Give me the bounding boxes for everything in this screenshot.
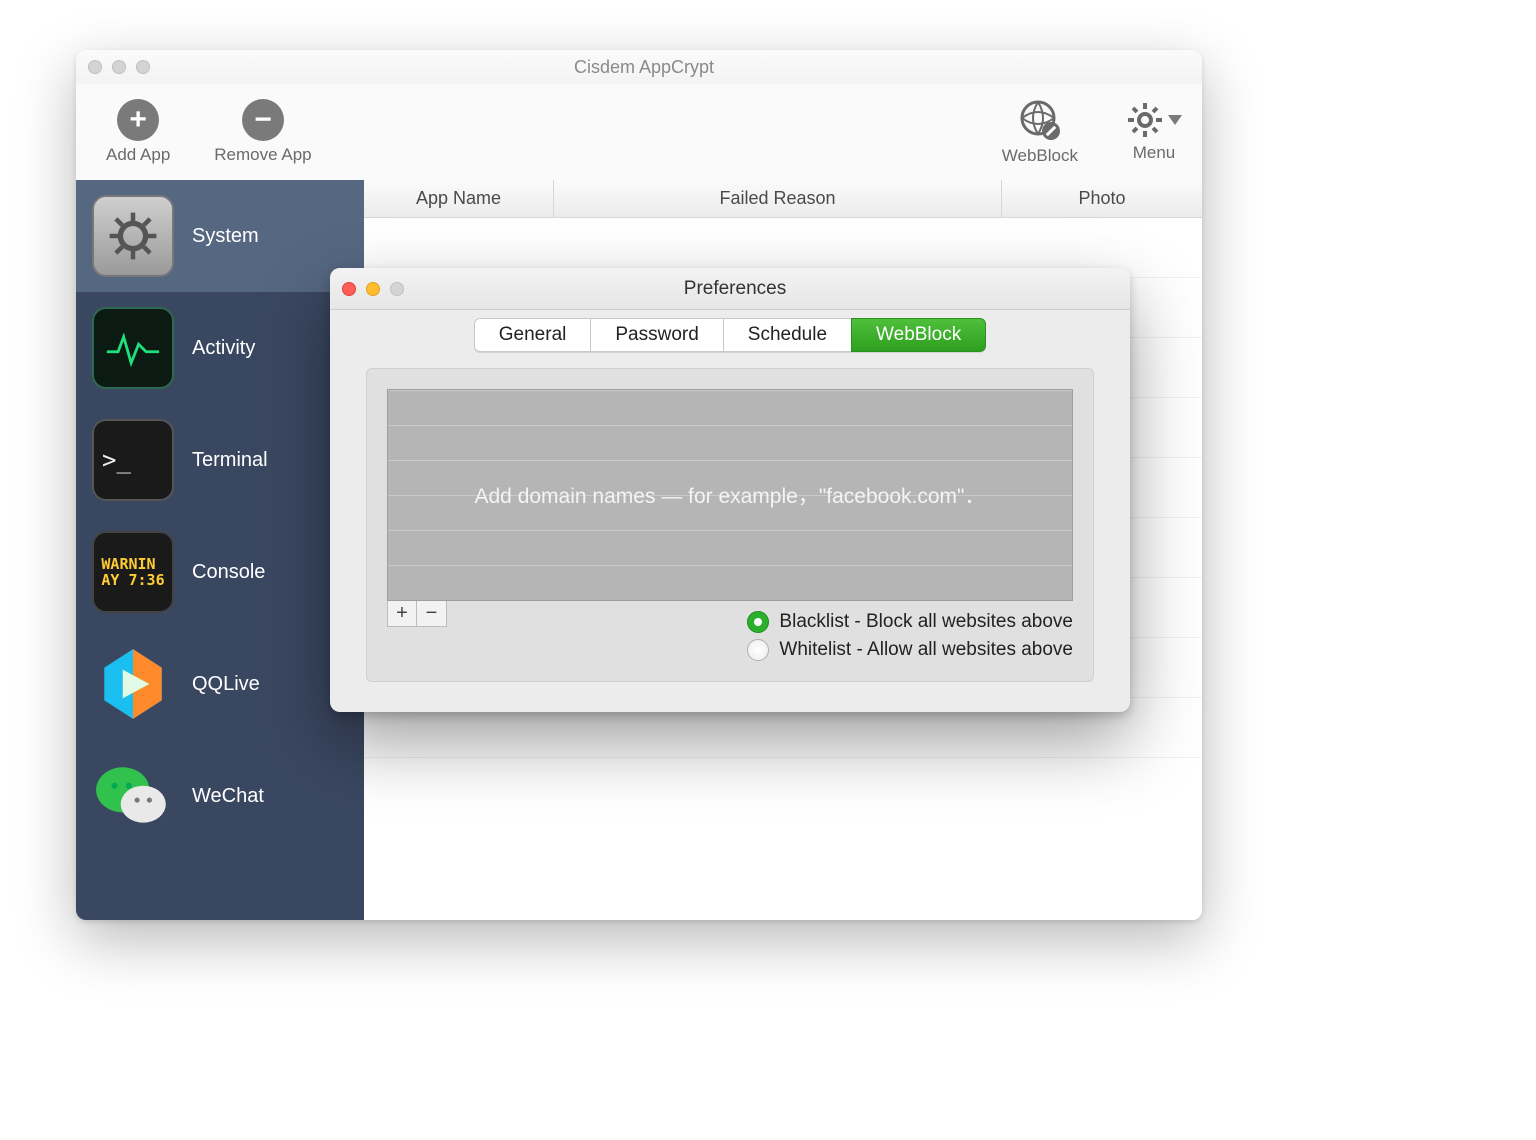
sidebar-item-qqlive[interactable]: QQLive bbox=[76, 628, 364, 740]
terminal-icon: >_ bbox=[92, 419, 174, 501]
remove-domain-button[interactable]: − bbox=[417, 601, 447, 627]
sidebar-item-label: QQLive bbox=[192, 673, 260, 696]
minimize-button[interactable] bbox=[112, 60, 126, 74]
webblock-label: WebBlock bbox=[1002, 146, 1078, 166]
tab-schedule[interactable]: Schedule bbox=[723, 318, 851, 352]
close-button[interactable] bbox=[88, 60, 102, 74]
preferences-tabs: General Password Schedule WebBlock bbox=[330, 310, 1130, 368]
sidebar-item-label: WeChat bbox=[192, 785, 264, 808]
radio-blacklist[interactable]: Blacklist - Block all websites above bbox=[747, 611, 1073, 633]
main-titlebar: Cisdem AppCrypt bbox=[76, 50, 1202, 84]
column-header-row: App Name Failed Reason Photo bbox=[364, 180, 1202, 218]
domain-placeholder: Add domain names — for example，"facebook… bbox=[388, 390, 1072, 600]
plus-icon: + bbox=[117, 99, 159, 141]
gear-icon bbox=[1126, 101, 1164, 139]
menu-label: Menu bbox=[1133, 143, 1176, 163]
preferences-title: Preferences bbox=[404, 278, 1066, 300]
sidebar-item-label: System bbox=[192, 225, 259, 248]
sidebar-item-wechat[interactable]: WeChat bbox=[76, 740, 364, 852]
sidebar-item-label: Activity bbox=[192, 337, 255, 360]
toolbar: + Add App − Remove App WebBlock bbox=[76, 84, 1202, 180]
webblock-panel: Add domain names — for example，"facebook… bbox=[366, 368, 1094, 682]
col-failed-reason[interactable]: Failed Reason bbox=[554, 180, 1002, 218]
activity-monitor-icon bbox=[92, 307, 174, 389]
remove-app-button[interactable]: − Remove App bbox=[214, 99, 311, 165]
webblock-button[interactable]: WebBlock bbox=[1002, 98, 1078, 166]
col-photo[interactable]: Photo bbox=[1002, 180, 1202, 218]
console-icon: WARNIN AY 7:36 bbox=[92, 531, 174, 613]
qqlive-icon bbox=[92, 643, 174, 725]
radio-whitelist-label: Whitelist - Allow all websites above bbox=[779, 639, 1073, 661]
sidebar-item-label: Terminal bbox=[192, 449, 268, 472]
sidebar-item-label: Console bbox=[192, 561, 265, 584]
window-title: Cisdem AppCrypt bbox=[150, 57, 1138, 78]
system-preferences-icon bbox=[92, 195, 174, 277]
radio-icon bbox=[747, 611, 769, 633]
radio-icon bbox=[747, 639, 769, 661]
preferences-window: Preferences General Password Schedule We… bbox=[330, 268, 1130, 712]
tab-general[interactable]: General bbox=[474, 318, 591, 352]
radio-blacklist-label: Blacklist - Block all websites above bbox=[779, 611, 1073, 633]
sidebar-item-activity[interactable]: Activity bbox=[76, 292, 364, 404]
minus-icon: − bbox=[242, 99, 284, 141]
tab-password[interactable]: Password bbox=[590, 318, 722, 352]
pref-close-button[interactable] bbox=[342, 282, 356, 296]
globe-block-icon bbox=[1018, 98, 1062, 142]
sidebar-item-system[interactable]: System bbox=[76, 180, 364, 292]
remove-app-label: Remove App bbox=[214, 145, 311, 165]
tab-webblock[interactable]: WebBlock bbox=[851, 318, 986, 352]
chevron-down-icon bbox=[1168, 115, 1182, 125]
domain-list[interactable]: Add domain names — for example，"facebook… bbox=[387, 389, 1073, 601]
list-mode-group: Blacklist - Block all websites above Whi… bbox=[747, 605, 1073, 667]
add-app-label: Add App bbox=[106, 145, 170, 165]
preferences-titlebar: Preferences bbox=[330, 268, 1130, 310]
zoom-button[interactable] bbox=[136, 60, 150, 74]
pref-zoom-button[interactable] bbox=[390, 282, 404, 296]
wechat-icon bbox=[92, 755, 174, 837]
radio-whitelist[interactable]: Whitelist - Allow all websites above bbox=[747, 639, 1073, 661]
col-app-name[interactable]: App Name bbox=[364, 180, 554, 218]
add-app-button[interactable]: + Add App bbox=[106, 99, 170, 165]
main-traffic-lights bbox=[88, 60, 150, 74]
sidebar-item-console[interactable]: WARNIN AY 7:36 Console bbox=[76, 516, 364, 628]
menu-button[interactable]: Menu bbox=[1126, 101, 1182, 163]
sidebar-item-terminal[interactable]: >_ Terminal bbox=[76, 404, 364, 516]
pref-minimize-button[interactable] bbox=[366, 282, 380, 296]
sidebar: System Activity >_ Terminal WARNIN AY 7:… bbox=[76, 180, 364, 920]
add-domain-button[interactable]: + bbox=[387, 601, 417, 627]
